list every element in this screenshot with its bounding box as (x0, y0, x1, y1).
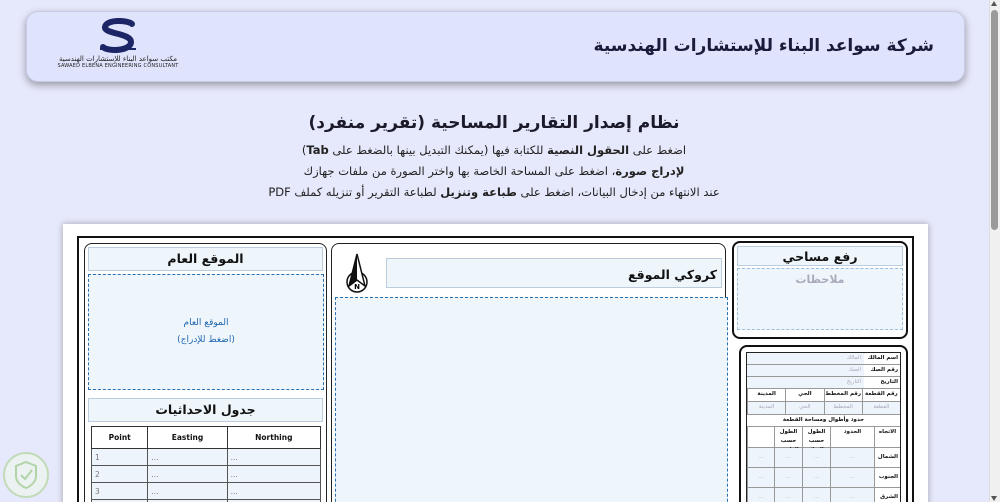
actual-length-field[interactable]: ... (774, 488, 802, 502)
bounds-title: حدود وأطوال ومساحة القطعة (747, 415, 900, 427)
instruction-line-3: عند الانتهاء من إدخال البيانات، اضغط على… (268, 185, 720, 199)
northing-cell[interactable]: ... (226, 448, 322, 466)
extra-field[interactable]: ... (747, 468, 774, 487)
owner-label: اسم المالك (867, 355, 898, 361)
page-scrollbar[interactable] (989, 0, 1000, 502)
notes-field[interactable]: ملاحظات (737, 268, 903, 330)
deed-field[interactable]: الصك (747, 365, 864, 376)
scroll-down-icon[interactable] (991, 496, 997, 501)
owner-row: اسم المالك المالك (747, 353, 900, 365)
plot-number-field[interactable]: القطعة (861, 402, 900, 414)
direction-label: الجنوب (874, 468, 900, 487)
site-sketch-image-dropzone[interactable] (335, 297, 728, 502)
general-location-title: الموقع العام (88, 247, 323, 271)
deed-length-field[interactable]: ... (802, 448, 830, 467)
table-row: 1 ... ... (90, 448, 322, 466)
extra-field[interactable]: ... (747, 488, 774, 502)
company-name: شركة سواعد البناء للإستشارات الهندسية (593, 36, 934, 56)
boundary-header: الحدود (830, 427, 874, 447)
instruction-line-2: لإدراج صورة، اضغط على المساحة الخاصة بها… (303, 164, 685, 178)
table-row: 2 ... ... (90, 465, 322, 483)
logo-arabic-text: مكتب سواعد البناء للإستشارات الهندسية (59, 55, 177, 63)
table-row: الجنوب ... ... ... ... (747, 468, 900, 488)
easting-cell[interactable]: ... (147, 448, 228, 466)
site-header: مكتب سواعد البناء للإستشارات الهندسية SA… (26, 11, 965, 82)
plot-values-row: القطعة المخطط الحي المدينة (747, 402, 900, 415)
scroll-up-icon[interactable] (991, 1, 997, 6)
plan-number-field[interactable]: المخطط (823, 402, 862, 414)
direction-label: الشمال (874, 448, 900, 467)
deed-label: رقم الصك (870, 367, 899, 373)
actual-length-header: الطول حسب الطبيعة (774, 427, 802, 453)
logo-s-icon (100, 18, 136, 53)
city-field[interactable]: المدينة (747, 402, 786, 414)
northing-cell[interactable]: ... (226, 465, 322, 483)
plot-number-header: رقم القطعة (861, 389, 900, 401)
scrollbar-thumb[interactable] (991, 10, 998, 230)
instruction-line-1: اضغط على الحقول النصية للكتابة فيها (يمك… (301, 143, 687, 157)
point-cell[interactable]: 1 (90, 448, 149, 466)
deed-length-header: الطول حسب الصك (802, 427, 830, 453)
actual-length-field[interactable]: ... (774, 468, 802, 487)
site-sketch-panel: N كروكي الموقع (331, 243, 728, 502)
report-sheet: الموقع العام الموقع العام (اضغط للإدراج)… (77, 236, 914, 502)
site-sketch-title[interactable]: كروكي الموقع (386, 258, 722, 288)
page-title: نظام إصدار التقارير المساحية (تقرير منفر… (308, 113, 680, 133)
column-header-easting: Easting (147, 426, 228, 449)
dropzone-hint: (اضغط للإدراج) (177, 335, 235, 345)
district-field[interactable]: الحي (785, 402, 824, 414)
deed-length-field[interactable]: ... (802, 468, 830, 487)
svg-text:N: N (354, 283, 360, 291)
northing-cell[interactable]: ... (226, 482, 322, 500)
date-label: التاريخ (880, 379, 898, 385)
coordinates-title: جدول الاحداثيات (88, 398, 323, 422)
bounds-header-row: الاتجاه الحدود الطول حسب الصك الطول حسب … (747, 427, 900, 453)
column-header-point: Point (90, 426, 149, 449)
point-cell[interactable]: 3 (90, 482, 149, 500)
general-location-panel: الموقع العام الموقع العام (اضغط للإدراج)… (84, 243, 327, 502)
boundary-field[interactable]: ... (830, 468, 874, 487)
actual-length-field[interactable]: ... (774, 448, 802, 467)
city-header: المدينة (747, 389, 785, 401)
owner-field[interactable]: المالك (747, 353, 864, 364)
property-info-panel: اسم المالك المالك رقم الصك الصك التاريخ … (739, 345, 908, 502)
deed-row: رقم الصك الصك (747, 365, 900, 377)
deed-length-field[interactable]: ... (802, 488, 830, 502)
table-row: الشرق ... ... ... ... (747, 488, 900, 502)
table-row: 3 ... ... (90, 482, 322, 500)
north-arrow-icon: N (346, 253, 368, 293)
general-location-image-dropzone[interactable]: الموقع العام (اضغط للإدراج) (88, 274, 324, 390)
date-row: التاريخ التاريخ (747, 377, 900, 389)
survey-panel: رفع مساحي ملاحظات (732, 241, 908, 339)
survey-title[interactable]: رفع مساحي (737, 246, 903, 266)
date-field[interactable]: التاريخ (747, 377, 864, 388)
point-cell[interactable]: 2 (90, 465, 149, 483)
property-info-table: اسم المالك المالك رقم الصك الصك التاريخ … (746, 352, 901, 502)
company-logo: مكتب سواعد البناء للإستشارات الهندسية SA… (55, 18, 181, 78)
logo-english-text: SAWAED ELBENA ENGINEERING CONSULTANT (57, 63, 179, 69)
extra-field[interactable]: ... (747, 448, 774, 467)
extra-header (747, 427, 774, 447)
boundary-field[interactable]: ... (830, 448, 874, 467)
plan-number-header: رقم المخطط (823, 389, 862, 401)
boundary-field[interactable]: ... (830, 488, 874, 502)
table-row: الشمال ... ... ... ... (747, 448, 900, 468)
easting-cell[interactable]: ... (147, 465, 228, 483)
easting-cell[interactable]: ... (147, 482, 228, 500)
watermark-badge-icon (3, 452, 49, 498)
dropzone-label: الموقع العام (183, 318, 229, 328)
column-header-northing: Northing (226, 426, 322, 449)
plot-header-row: رقم القطعة رقم المخطط الحي المدينة (747, 389, 900, 402)
district-header: الحي (785, 389, 823, 401)
direction-header: الاتجاه (874, 427, 900, 447)
coordinates-table: Point Easting Northing 1 ... ... 2 ... .… (90, 426, 322, 502)
report-paper: الموقع العام الموقع العام (اضغط للإدراج)… (63, 224, 928, 502)
direction-label: الشرق (874, 488, 900, 502)
